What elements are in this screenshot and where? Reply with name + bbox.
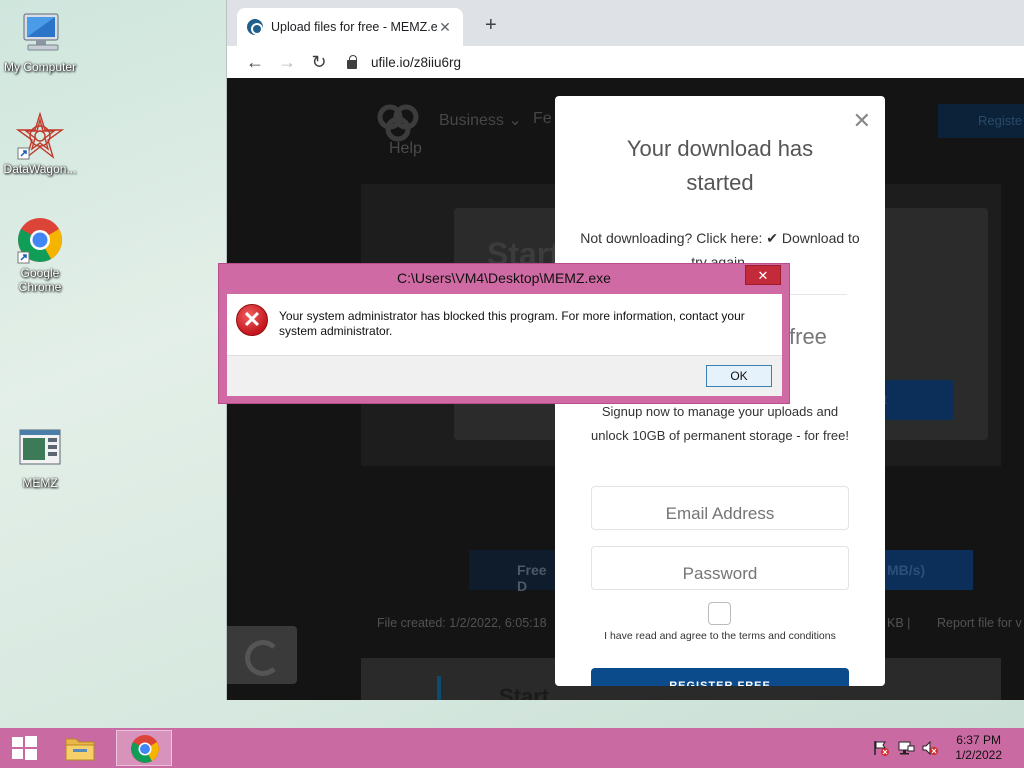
browser-tab[interactable]: Upload files for free - MEMZ.exe ✕ bbox=[237, 8, 463, 46]
modal-close-button[interactable]: ✕ bbox=[853, 108, 871, 134]
exe-window-icon bbox=[16, 426, 64, 474]
signup-text: Signup now to manage your uploads and un… bbox=[591, 404, 849, 443]
blocked-program-dialog: C:\Users\VM4\Desktop\MEMZ.exe ✕ ✕ Your s… bbox=[218, 263, 790, 404]
taskbar: 6:37 PM 1/2/2022 bbox=[0, 728, 1024, 768]
site-nav-features[interactable]: Fe bbox=[533, 110, 552, 128]
tab-close-icon[interactable]: ✕ bbox=[437, 19, 453, 36]
chrome-icon bbox=[131, 735, 159, 763]
desktop-icon-label: Google Chrome bbox=[18, 266, 62, 294]
back-button[interactable]: ← bbox=[239, 52, 271, 73]
email-field[interactable] bbox=[591, 486, 849, 530]
desktop-icon-datawagon[interactable]: DataWagon... bbox=[0, 111, 80, 176]
tab-strip: Upload files for free - MEMZ.exe ✕ + bbox=[227, 0, 1024, 46]
clock-time: 6:37 PM bbox=[956, 733, 1001, 747]
site-file-created: File created: 1/2/2022, 6:05:18 bbox=[377, 616, 547, 630]
desktop-icon-label: MEMZ bbox=[22, 476, 58, 490]
modal-free-heading: free bbox=[789, 324, 827, 349]
dialog-message: Your system administrator has blocked th… bbox=[279, 309, 745, 338]
chrome-icon bbox=[16, 216, 64, 264]
dialog-title: C:\Users\VM4\Desktop\MEMZ.exe bbox=[397, 270, 611, 286]
network-icon[interactable] bbox=[897, 740, 915, 756]
tab-title: Upload files for free - MEMZ.exe bbox=[271, 20, 437, 34]
site-lower-accent bbox=[437, 676, 441, 700]
desktop-icon-label: DataWagon... bbox=[3, 162, 77, 176]
ufile-logo-icon bbox=[377, 104, 419, 142]
forward-button[interactable]: → bbox=[271, 52, 303, 73]
desktop-icon-label: My Computer bbox=[3, 60, 77, 74]
terms-label: I have read and agree to the terms and c… bbox=[604, 630, 836, 642]
dialog-close-button[interactable]: ✕ bbox=[745, 265, 781, 285]
clock-date: 1/2/2022 bbox=[955, 748, 1002, 762]
site-report-link[interactable]: Report file for v bbox=[937, 616, 1022, 630]
site-help-link[interactable]: Help bbox=[389, 140, 422, 158]
site-register-button[interactable]: Registe bbox=[938, 104, 1024, 138]
reload-button[interactable]: ↻ bbox=[303, 52, 335, 73]
dialog-footer: OK bbox=[227, 355, 782, 396]
datawagon-icon bbox=[15, 111, 65, 160]
site-fast-download-button[interactable]: MB/s) bbox=[873, 550, 973, 590]
browser-toolbar: ← → ↻ ufile.io/z8iiu6rg bbox=[227, 46, 1024, 78]
not-downloading-label: Not downloading? Click here: bbox=[580, 230, 763, 246]
computer-icon bbox=[16, 10, 64, 58]
password-field[interactable] bbox=[591, 546, 849, 590]
site-start-lower-heading: Start bbox=[499, 684, 550, 700]
ufile-favicon-icon bbox=[247, 19, 263, 35]
ok-button[interactable]: OK bbox=[706, 365, 772, 387]
desktop-icon-memz[interactable]: MEMZ bbox=[0, 426, 80, 490]
address-bar[interactable]: ufile.io/z8iiu6rg bbox=[371, 55, 461, 70]
start-button[interactable] bbox=[0, 728, 48, 768]
dialog-body: ✕ Your system administrator has blocked … bbox=[227, 294, 782, 355]
chrome-taskbar-button[interactable] bbox=[116, 730, 172, 766]
action-center-flag-icon[interactable] bbox=[872, 740, 890, 756]
file-explorer-taskbar-button[interactable] bbox=[58, 732, 102, 766]
desktop-icon-my-computer[interactable]: My Computer bbox=[0, 10, 80, 74]
recaptcha-icon[interactable] bbox=[227, 626, 297, 684]
register-free-button[interactable]: REGISTER FREE bbox=[591, 668, 849, 686]
new-tab-button[interactable]: + bbox=[485, 14, 497, 37]
error-icon: ✕ bbox=[236, 304, 268, 336]
lock-icon[interactable] bbox=[347, 54, 357, 69]
volume-muted-icon[interactable] bbox=[921, 740, 939, 756]
folder-icon bbox=[65, 738, 95, 761]
modal-title: Your download has started bbox=[626, 136, 814, 195]
site-free-download-button[interactable]: Free D bbox=[469, 550, 559, 594]
terms-checkbox[interactable] bbox=[708, 602, 731, 625]
system-clock[interactable]: 6:37 PM 1/2/2022 bbox=[955, 733, 1002, 763]
desktop-icon-google-chrome[interactable]: Google Chrome bbox=[0, 216, 80, 294]
site-nav-business[interactable]: Business ⌄ bbox=[439, 110, 522, 130]
site-file-size: KB | bbox=[887, 616, 911, 630]
windows-logo-icon bbox=[12, 736, 37, 760]
